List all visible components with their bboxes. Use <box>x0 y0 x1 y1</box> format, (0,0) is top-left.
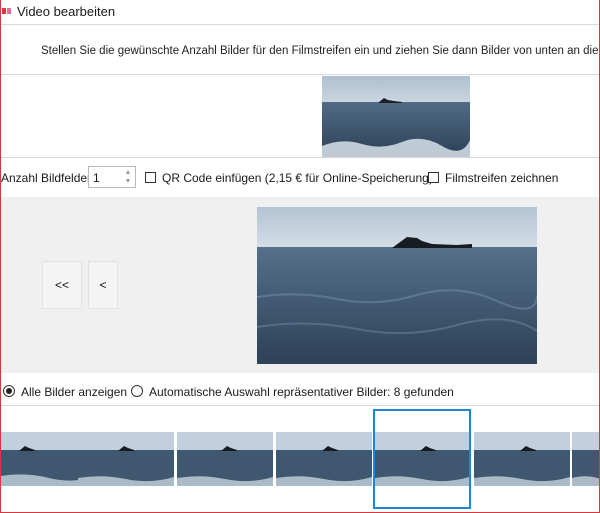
qr-code-checkbox[interactable] <box>145 172 156 183</box>
whale-photo <box>257 207 537 364</box>
divider <box>1 74 599 75</box>
previous-frame-button[interactable]: < <box>88 261 118 309</box>
options-row: Anzahl Bildfelder 1 ▲ ▼ QR Code einfügen… <box>1 165 599 191</box>
whale-photo <box>322 76 470 157</box>
whale-photo <box>375 432 469 486</box>
all-images-radio[interactable] <box>3 385 15 397</box>
frame-count-value[interactable]: 1 <box>93 171 100 185</box>
divider <box>1 157 599 158</box>
filmstrip-draw-label[interactable]: Filmstreifen zeichnen <box>445 171 558 185</box>
frame-count-stepper[interactable]: 1 ▲ ▼ <box>88 166 136 188</box>
title-bar: Video bearbeiten <box>1 0 599 24</box>
thumbnail[interactable] <box>474 432 570 486</box>
thumbnail[interactable] <box>78 432 174 486</box>
all-images-label[interactable]: Alle Bilder anzeigen <box>21 385 127 399</box>
instruction-text: Stellen Sie die gewünschte Anzahl Bilder… <box>41 45 600 57</box>
whale-photo <box>78 432 174 486</box>
thumbnail-selected[interactable] <box>373 409 471 509</box>
frame-count-label: Anzahl Bildfelder <box>1 171 92 185</box>
selection-mode-row: Alle Bilder anzeigen Automatische Auswah… <box>1 382 599 402</box>
thumbnail[interactable] <box>177 432 273 486</box>
filmstrip-preview-frame[interactable] <box>322 76 470 157</box>
thumbnail[interactable] <box>276 432 372 486</box>
whale-photo <box>572 432 599 486</box>
current-frame-image <box>257 207 537 364</box>
chevron-down-icon[interactable]: ▼ <box>123 177 133 186</box>
video-edit-window: Video bearbeiten Stellen Sie die gewünsc… <box>0 0 600 513</box>
app-logo-icon <box>2 8 11 14</box>
first-frame-button[interactable]: << <box>42 261 82 309</box>
chevron-up-icon[interactable]: ▲ <box>123 168 133 177</box>
whale-photo <box>474 432 570 486</box>
qr-code-label[interactable]: QR Code einfügen (2,15 € für Online-Spei… <box>162 171 433 185</box>
whale-photo <box>177 432 273 486</box>
auto-selection-radio[interactable] <box>131 385 143 397</box>
thumbnail-image <box>375 432 469 486</box>
filmstrip-draw-checkbox[interactable] <box>428 172 439 183</box>
whale-photo <box>276 432 372 486</box>
thumbnail-strip <box>1 406 599 510</box>
window-title: Video bearbeiten <box>17 4 116 19</box>
divider <box>1 24 599 25</box>
auto-selection-label[interactable]: Automatische Auswahl repräsentativer Bil… <box>149 385 454 399</box>
thumbnail[interactable] <box>572 432 599 486</box>
frame-editor-panel: << < <box>1 197 599 373</box>
